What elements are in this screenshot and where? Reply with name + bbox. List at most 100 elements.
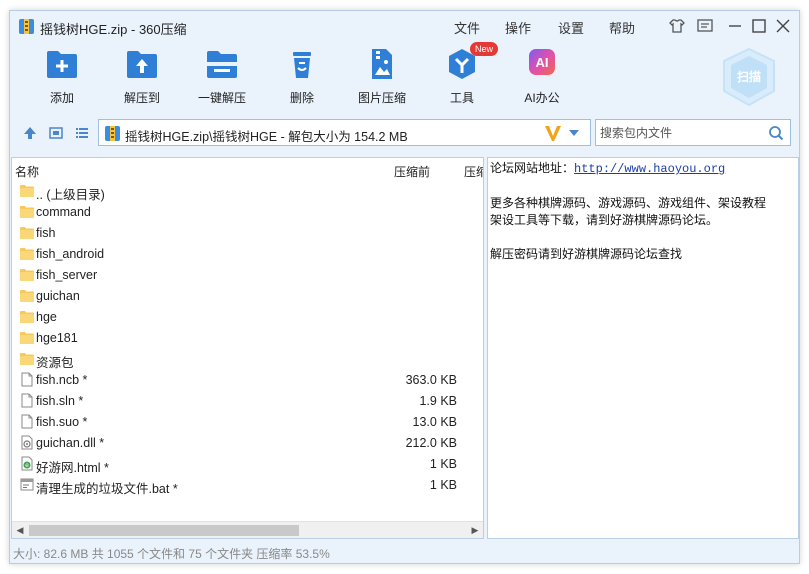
folder-icon <box>20 288 34 303</box>
comment-line-4: 解压密码请到好游棋牌源码论坛查找 <box>490 247 683 261</box>
search-input[interactable] <box>600 124 760 142</box>
folder-row[interactable]: hge <box>12 306 483 327</box>
folder-row[interactable]: 资源包 <box>12 348 483 370</box>
scan-shield-button[interactable]: 扫描 <box>720 47 778 109</box>
window-title: 摇钱树HGE.zip - 360压缩 <box>40 22 187 37</box>
file-name: fish.suo * <box>36 415 88 429</box>
delete-button[interactable]: 删除 <box>265 47 339 106</box>
file-list-header: 名称 压缩前 压缩 <box>12 158 483 180</box>
file-list-pane: 名称 压缩前 压缩 .. (上级目录) command fish fish_andro… <box>11 157 484 539</box>
tools-button[interactable]: New 工具 <box>425 42 499 106</box>
add-icon <box>47 51 77 78</box>
extract-to-icon <box>127 51 157 78</box>
file-size: 363.0 KB <box>405 373 457 387</box>
file-name: fish.sln * <box>36 394 84 408</box>
minimize-icon[interactable] <box>726 17 744 35</box>
scrollbar-thumb[interactable] <box>29 525 299 536</box>
app-window: 摇钱树HGE.zip - 360压缩 文件 操作 设置 帮助 添加 解压到 一键… <box>9 10 800 564</box>
delete-label: 删除 <box>289 91 314 105</box>
maximize-icon[interactable] <box>750 17 768 35</box>
file-name: command <box>36 205 91 219</box>
folder-icon <box>20 330 34 345</box>
file-size: 1 KB <box>429 457 457 471</box>
file-name: hge <box>36 310 57 324</box>
menu-operate[interactable]: 操作 <box>505 18 531 37</box>
folder-row[interactable]: fish_server <box>12 264 483 285</box>
column-compressed-size[interactable]: 压缩 <box>464 163 483 180</box>
one-click-extract-icon <box>207 51 237 78</box>
file-size: 212.0 KB <box>405 436 457 450</box>
delete-icon <box>293 52 311 78</box>
add-button[interactable]: 添加 <box>25 47 99 106</box>
folder-icon <box>20 225 34 240</box>
folder-row[interactable]: command <box>12 201 483 222</box>
extract-to-button[interactable]: 解压到 <box>105 47 179 106</box>
folder-icon <box>20 309 34 324</box>
address-row: 摇钱树HGE.zip\摇钱树HGE - 解包大小为 154.2 MB <box>10 119 799 147</box>
ai-office-label: AI办公 <box>524 91 560 105</box>
folder-row[interactable]: fish <box>12 222 483 243</box>
address-bar[interactable]: 摇钱树HGE.zip\摇钱树HGE - 解包大小为 154.2 MB <box>98 119 591 146</box>
file-row[interactable]: fish.sln * 1.9 KB <box>12 390 483 411</box>
zip-app-icon <box>19 19 34 34</box>
column-original-size[interactable]: 压缩前 <box>394 163 430 180</box>
column-name[interactable]: 名称 <box>15 163 39 180</box>
file-list: .. (上级目录) command fish fish_android fish_ser… <box>12 180 483 496</box>
file-name: fish_server <box>36 268 98 282</box>
file-size: 1.9 KB <box>419 394 457 408</box>
zip-file-icon <box>105 126 120 141</box>
folder-row[interactable]: guichan <box>12 285 483 306</box>
file-name: guichan.dll * <box>36 436 105 450</box>
comment-line-2: 更多各种棋牌源码、游戏源码、游戏组件、架设教程 <box>490 196 767 210</box>
file-row[interactable]: e 好游网.html * 1 KB <box>12 453 483 475</box>
verified-v-icon <box>545 126 561 141</box>
main-toolbar: 添加 解压到 一键解压 删除 图片压缩 New 工具 AI AI办公 <box>10 42 799 109</box>
close-icon[interactable] <box>774 17 792 35</box>
title-bar: 摇钱树HGE.zip - 360压缩 文件 操作 设置 帮助 <box>10 11 799 41</box>
status-bar: 大小: 82.6 MB 共 1055 个文件和 75 个文件夹 压缩率 53.5… <box>13 547 330 561</box>
html-file-icon: e <box>20 456 34 471</box>
tools-label: 工具 <box>449 91 474 105</box>
horizontal-scrollbar[interactable]: ◀ ▶ <box>12 521 483 538</box>
scroll-left-arrow[interactable]: ◀ <box>15 525 25 536</box>
extract-to-label: 解压到 <box>123 91 160 105</box>
folder-icon <box>20 267 34 282</box>
svg-text:e: e <box>25 462 29 469</box>
ai-office-icon: AI <box>529 49 555 75</box>
image-compress-button[interactable]: 图片压缩 <box>345 47 419 106</box>
list-view-icon[interactable] <box>74 125 90 141</box>
file-row[interactable]: fish.ncb * 363.0 KB <box>12 369 483 390</box>
skin-shirt-icon[interactable] <box>668 17 686 35</box>
menu-file[interactable]: 文件 <box>454 18 480 37</box>
file-row[interactable]: fish.suo * 13.0 KB <box>12 411 483 432</box>
file-row[interactable]: 清理生成的垃圾文件.bat * 1 KB <box>12 474 483 496</box>
folder-row[interactable]: .. (上级目录) <box>12 180 483 202</box>
scan-label: 扫描 <box>737 69 761 84</box>
file-name: fish <box>36 226 56 240</box>
search-box <box>595 119 791 146</box>
add-label: 添加 <box>49 91 74 105</box>
scroll-right-arrow[interactable]: ▶ <box>470 525 480 536</box>
file-name: fish_android <box>36 247 105 261</box>
search-icon[interactable] <box>768 125 784 141</box>
folder-icon <box>20 351 34 366</box>
forum-link[interactable]: http://www.haoyou.org <box>574 162 725 176</box>
up-arrow-icon[interactable] <box>22 125 38 141</box>
detail-view-icon[interactable] <box>48 125 64 141</box>
menu-settings[interactable]: 设置 <box>558 18 584 37</box>
new-badge: New <box>470 42 499 56</box>
address-dropdown-icon[interactable] <box>569 130 579 136</box>
one-click-extract-button[interactable]: 一键解压 <box>185 47 259 106</box>
folder-icon <box>20 246 34 261</box>
folder-icon <box>20 204 34 219</box>
feedback-icon[interactable] <box>696 17 714 35</box>
folder-row[interactable]: fish_android <box>12 243 483 264</box>
file-icon <box>20 372 34 387</box>
folder-row[interactable]: hge181 <box>12 327 483 348</box>
file-icon <box>20 414 34 429</box>
menu-help[interactable]: 帮助 <box>609 18 635 37</box>
file-name: fish.ncb * <box>36 373 88 387</box>
ai-office-button[interactable]: AI AI办公 <box>505 47 579 106</box>
file-row[interactable]: guichan.dll * 212.0 KB <box>12 432 483 453</box>
folder-icon <box>20 183 34 198</box>
